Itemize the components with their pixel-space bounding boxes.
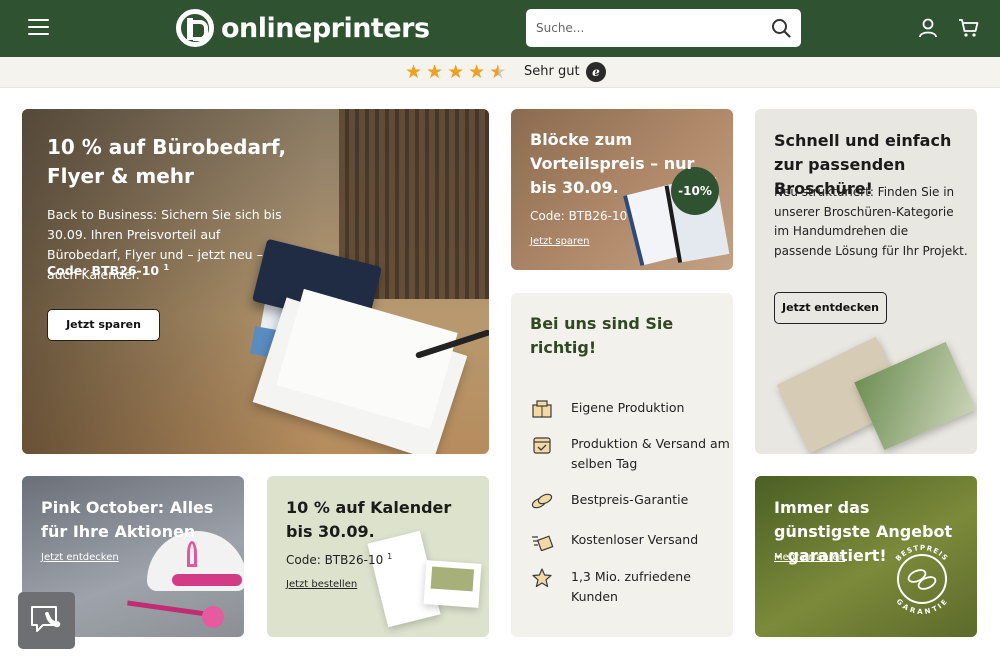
pink-title: Pink October: Alles für Ihre Aktionen [41, 498, 214, 541]
price-guarantee-seal-icon: BESTPREIS GARANTIE [894, 544, 950, 616]
footnote-marker: 1 [163, 263, 170, 272]
svg-text:BESTPREIS: BESTPREIS [894, 544, 949, 563]
notepad-promo-card[interactable]: -10% Blöcke zum Vorteilspreis – nur bis … [511, 109, 733, 270]
benefit-item: Produktion & Versand am selben Tag [530, 434, 730, 474]
half-star-icon: ★ [489, 61, 507, 83]
desk-calendar-image [423, 560, 482, 608]
logo-mark-icon [176, 9, 214, 47]
benefit-item: Bestpreis-Garantie [530, 490, 730, 511]
blocks-code: Code: BTB26-10 1 [530, 208, 637, 223]
chat-support-button[interactable] [18, 592, 75, 649]
brochure-text: Neu strukturiert: Finden Sie in unserer … [774, 185, 968, 258]
user-icon[interactable] [918, 18, 938, 38]
calendar-promo-card[interactable]: 10 % auf Kalender bis 30.09. Code: BTB26… [267, 476, 489, 637]
benefits-card: Bei uns sind Sie richtig! Eigene Produkt… [511, 293, 733, 637]
benefit-item: Kostenloser Versand [530, 530, 730, 551]
site-logo[interactable]: onlineprinters [176, 8, 430, 48]
blocks-link[interactable]: Jetzt sparen [530, 236, 589, 247]
pen-image [127, 600, 207, 617]
hero-code: Code: BTB26-10 1 [47, 263, 170, 279]
search-icon[interactable] [771, 18, 791, 38]
pink-link[interactable]: Jetzt entdecken [41, 552, 119, 563]
blocks-title: Blöcke zum Vorteilspreis – nur bis 30.09… [530, 130, 695, 197]
star-icon: ★ [426, 61, 444, 83]
factory-icon [532, 400, 552, 418]
cart-icon[interactable] [958, 18, 980, 38]
guarantee-link[interactable]: Mehr erfahren [774, 552, 845, 563]
site-header: onlineprinters [0, 0, 1000, 57]
price-guarantee-card[interactable]: Immer das günstigste Angebot – garantier… [755, 476, 977, 637]
brochure-cta-button[interactable]: Jetzt entdecken [774, 292, 887, 324]
svg-text:GARANTIE: GARANTIE [895, 597, 950, 616]
shipping-box-icon [532, 535, 554, 551]
calendar-title: 10 % auf Kalender bis 30.09. [286, 498, 452, 541]
brochure-promo-card[interactable]: Schnell und einfach zur passenden Brosch… [755, 109, 977, 454]
hero-cta-button[interactable]: Jetzt sparen [47, 309, 160, 341]
calendar-check-icon [533, 437, 551, 454]
star-icon: ★ [405, 61, 423, 83]
pin-button-image [202, 606, 224, 628]
benefit-item: Eigene Produktion [530, 398, 730, 419]
calendar-code: Code: BTB26-10 1 [286, 552, 393, 567]
rating-stars[interactable]: ★ ★ ★ ★ ★ [405, 63, 506, 82]
logo-text: onlineprinters [221, 12, 430, 44]
rating-bar: ★ ★ ★ ★ ★ Sehr gut [0, 57, 1000, 88]
hero-title: 10 % auf Bürobedarf, Flyer & mehr [47, 135, 287, 188]
benefits-title: Bei uns sind Sie richtig! [530, 314, 674, 357]
footnote-marker: 1 [387, 552, 393, 561]
hero-promo-card[interactable]: 10 % auf Bürobedarf, Flyer & mehr Back t… [22, 109, 489, 454]
sunglasses-image [172, 574, 242, 586]
coins-icon [531, 493, 553, 509]
footnote-marker: 1 [631, 208, 637, 217]
calendar-link[interactable]: Jetzt bestellen [286, 579, 357, 590]
star-icon: ★ [468, 61, 486, 83]
star-icon: ★ [447, 61, 465, 83]
chat-support-icon [31, 606, 61, 632]
hamburger-icon[interactable] [28, 19, 49, 36]
rating-label[interactable]: Sehr gut [524, 64, 580, 79]
search-input[interactable] [536, 18, 766, 38]
trust-badge-icon[interactable]: e [586, 62, 606, 82]
star-outline-icon [532, 568, 552, 588]
pink-ribbon-icon [187, 541, 197, 567]
benefit-item: 1,3 Mio. zufriedene Kunden [530, 567, 730, 607]
search-box [526, 9, 801, 47]
